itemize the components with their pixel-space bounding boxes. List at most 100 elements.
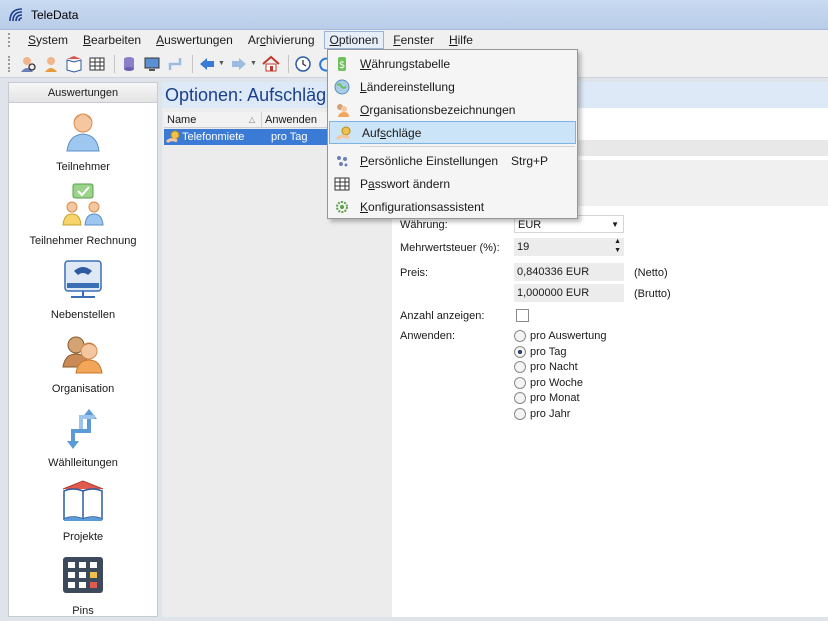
nav-label: Nebenstellen <box>50 309 116 321</box>
people-bill-icon <box>62 183 104 226</box>
menu-item-label: Passwort ändern <box>360 176 451 191</box>
coins-icon <box>164 129 182 145</box>
mwst-spinner[interactable]: 19 ▲ ▼ <box>514 238 624 256</box>
nav-label: Projekte <box>62 531 104 543</box>
menu-item-laendereinstellung[interactable]: Ländereinstellung <box>328 75 577 98</box>
menu-system[interactable]: System <box>22 31 74 49</box>
nav-teilnehmer[interactable]: Teilnehmer <box>9 103 157 177</box>
menu-auswertungen[interactable]: Auswertungen <box>150 31 239 49</box>
radio-pro-monat[interactable]: pro Monat <box>514 392 580 404</box>
keypad-icon <box>63 557 103 593</box>
panel-header: Auswertungen <box>9 83 157 103</box>
radio-button[interactable] <box>514 330 526 342</box>
menu-bearbeiten[interactable]: Bearbeiten <box>77 31 147 49</box>
preis-label: Preis: <box>400 267 429 279</box>
svg-text:$: $ <box>339 60 345 71</box>
brutto-label: (Brutto) <box>634 288 671 300</box>
nav-teilnehmer-rechnung[interactable]: Teilnehmer Rechnung <box>9 177 157 251</box>
row-anwenden: pro Tag <box>271 131 308 143</box>
spinner-arrows-icon[interactable]: ▲ ▼ <box>614 237 621 255</box>
nav-projekte[interactable]: Projekte <box>9 473 157 547</box>
menubar-grip[interactable] <box>8 33 12 47</box>
radio-button[interactable] <box>514 392 526 404</box>
menu-item-persoenliche-einstellungen[interactable]: Persönliche Einstellungen Strg+P <box>328 149 577 172</box>
mwst-label: Mehrwertsteuer (%): <box>400 242 500 254</box>
toolbar-grip[interactable] <box>8 55 12 72</box>
menu-separator <box>360 146 575 147</box>
radio-pro-jahr[interactable]: pro Jahr <box>514 408 570 420</box>
person-icon <box>66 113 100 152</box>
radio-button[interactable] <box>514 346 526 358</box>
table-icon[interactable] <box>87 54 107 74</box>
anwenden-label: Anwenden: <box>400 330 456 342</box>
phone-device-icon <box>64 260 102 298</box>
projects-book-icon <box>62 480 104 521</box>
menu-item-organisationsbezeichnungen[interactable]: Organisationsbezeichnungen <box>328 98 577 121</box>
netto-label: (Netto) <box>634 267 668 279</box>
menu-bar: System Bearbeiten Auswertungen Archivier… <box>0 30 828 50</box>
radio-pro-tag[interactable]: pro Tag <box>514 346 567 358</box>
anzahl-checkbox[interactable] <box>516 309 529 322</box>
book-icon[interactable] <box>64 54 84 74</box>
nav-label: Pins <box>72 605 94 617</box>
nav-label: Teilnehmer <box>56 161 110 173</box>
nav-label: Teilnehmer Rechnung <box>29 235 137 247</box>
menu-item-label: Ländereinstellung <box>360 79 455 94</box>
title-bar: TeleData <box>0 0 828 30</box>
menu-item-passwort-aendern[interactable]: Passwort ändern <box>328 172 577 195</box>
menu-item-label: Konfigurationsassistent <box>360 199 485 214</box>
menu-item-label: Aufschläge <box>362 125 422 140</box>
menu-hilfe[interactable]: Hilfe <box>443 31 479 49</box>
forward-dropdown-caret-icon[interactable]: ▼ <box>250 60 257 67</box>
nav-waehlleitungen[interactable]: Wählleitungen <box>9 399 157 473</box>
menu-item-waehrungstabelle[interactable]: $ Währungstabelle <box>328 52 577 75</box>
menu-item-aufschlaege[interactable]: Aufschläge <box>329 121 576 144</box>
forward-arrow-icon[interactable] <box>229 54 249 74</box>
monitor-icon[interactable] <box>142 54 162 74</box>
coins-icon <box>330 125 358 141</box>
toolbar-separator <box>114 54 115 73</box>
nav-label: Organisation <box>51 383 115 395</box>
menu-shortcut: Strg+P <box>511 153 549 168</box>
toolbar-separator <box>287 54 289 73</box>
back-arrow-icon[interactable] <box>197 54 217 74</box>
radio-pro-woche[interactable]: pro Woche <box>514 377 583 389</box>
chevron-down-icon: ▼ <box>611 220 619 229</box>
radio-button[interactable] <box>514 377 526 389</box>
organisation-icon <box>328 102 356 118</box>
user-icon[interactable] <box>41 54 61 74</box>
radio-button[interactable] <box>514 408 526 420</box>
radio-pro-auswertung[interactable]: pro Auswertung <box>514 330 606 342</box>
row-name: Telefonmiete <box>182 131 245 143</box>
radio-button[interactable] <box>514 361 526 373</box>
currency-icon: $ <box>328 56 356 72</box>
anzahl-label: Anzahl anzeigen: <box>400 310 485 322</box>
preis-netto-field[interactable]: 0,840336 EUR <box>514 263 624 281</box>
clock-icon[interactable] <box>293 54 313 74</box>
home-icon[interactable] <box>261 54 281 74</box>
globe-icon <box>328 79 356 95</box>
teledata-logo-icon <box>9 7 23 21</box>
menu-fenster[interactable]: Fenster <box>387 31 440 49</box>
nav-label: Wählleitungen <box>48 457 118 469</box>
back-dropdown-caret-icon[interactable]: ▼ <box>218 60 225 67</box>
preis-brutto-field[interactable]: 1,000000 EUR <box>514 284 624 302</box>
route-icon[interactable] <box>165 54 185 74</box>
auswertungen-panel: Auswertungen Teilnehmer Teilnehmer Rechn… <box>8 82 158 617</box>
nav-organisation[interactable]: Organisation <box>9 325 157 399</box>
menu-optionen[interactable]: Optionen <box>323 31 385 49</box>
radio-pro-nacht[interactable]: pro Nacht <box>514 361 578 373</box>
window-title: TeleData <box>31 7 79 22</box>
waehrung-label: Währung: <box>400 219 448 231</box>
settings-dots-icon <box>328 153 356 169</box>
menu-item-label: Währungstabelle <box>360 56 451 71</box>
column-header-name[interactable]: Name △ <box>164 112 262 127</box>
menu-item-label: Organisationsbezeichnungen <box>360 102 516 117</box>
nav-nebenstellen[interactable]: Nebenstellen <box>9 251 157 325</box>
database-icon[interactable] <box>119 54 139 74</box>
toolbar-separator <box>192 54 193 73</box>
user-search-icon[interactable] <box>18 54 38 74</box>
menu-archivierung[interactable]: Archivierung <box>242 31 321 49</box>
menu-item-konfigurationsassistent[interactable]: Konfigurationsassistent <box>328 195 577 218</box>
nav-pins[interactable]: Pins <box>9 547 157 621</box>
